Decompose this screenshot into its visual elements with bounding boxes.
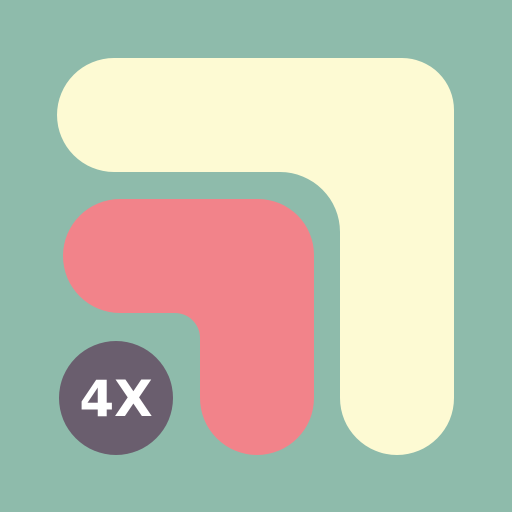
app-icon: 4X xyxy=(0,0,512,512)
badge-label: 4X xyxy=(79,370,152,428)
app-icon-graphic: 4X xyxy=(0,0,512,512)
